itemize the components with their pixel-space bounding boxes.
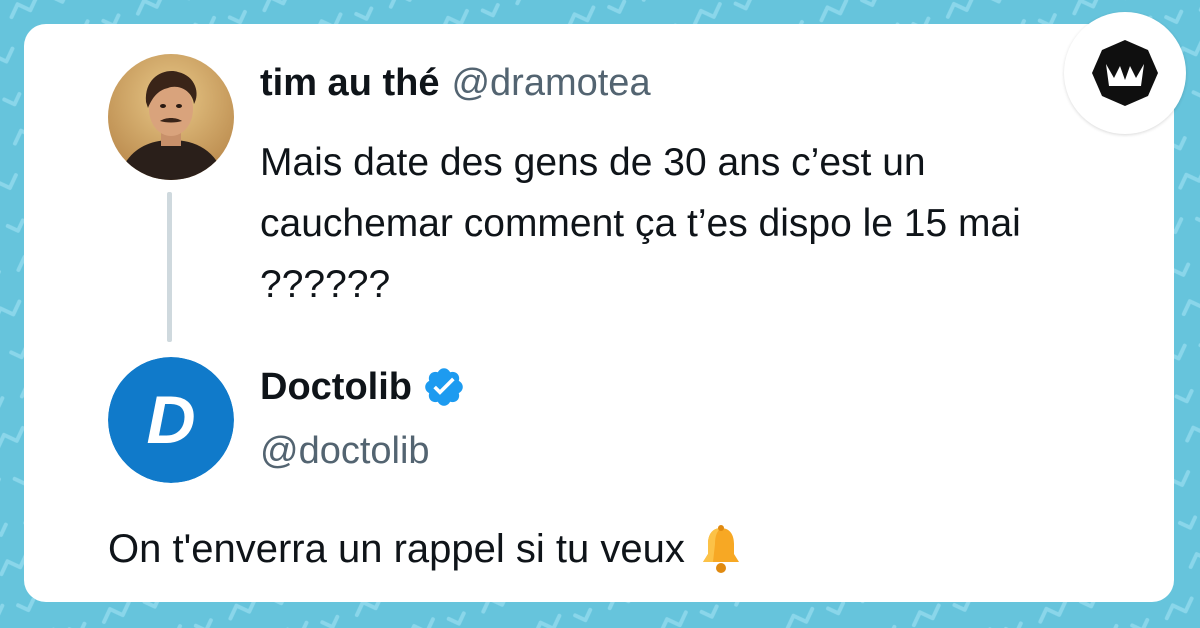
avatar-doctolib[interactable]: D	[108, 357, 234, 483]
reply-author-row: Doctolib	[260, 365, 466, 409]
author-handle[interactable]: @dramotea	[451, 62, 650, 105]
svg-text:D: D	[146, 382, 195, 458]
verified-badge-icon	[425, 368, 463, 406]
reply-text: On t'enverra un rappel si tu veux	[108, 526, 685, 571]
avatar-photo	[108, 54, 234, 180]
doctolib-logo-icon: D	[108, 357, 234, 483]
tweet-author-row: tim au thé @dramotea	[260, 62, 651, 105]
bell-icon	[702, 525, 739, 573]
thread-connector-line	[167, 192, 172, 342]
crown-logo-icon	[1092, 40, 1158, 106]
tweet-text: Mais date des gens de 30 ans c’est un ca…	[260, 141, 1021, 306]
reply-display-name[interactable]: Doctolib	[260, 366, 412, 409]
tweet-card: tim au thé @dramotea Mais date des gens …	[24, 24, 1174, 602]
reply-handle[interactable]: @doctolib	[260, 430, 430, 473]
brand-logo-badge	[1064, 12, 1186, 134]
reply-text-row: On t'enverra un rappel si tu veux	[108, 524, 743, 574]
avatar-tim[interactable]	[108, 54, 234, 180]
author-display-name[interactable]: tim au thé	[260, 62, 439, 105]
